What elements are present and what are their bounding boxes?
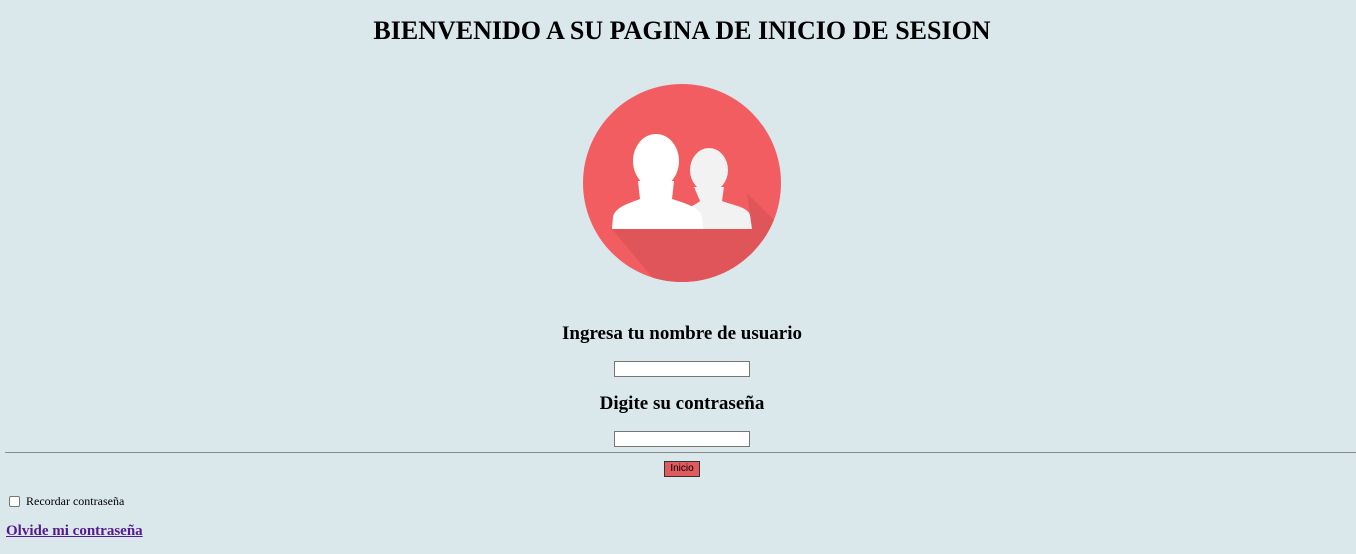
remember-password-row: Recordar contraseña [9, 494, 124, 509]
login-button[interactable]: Inicio [664, 461, 700, 477]
password-input[interactable] [614, 431, 750, 447]
page-title: BIENVENIDO A SU PAGINA DE INICIO DE SESI… [373, 16, 991, 45]
divider [5, 452, 1356, 453]
login-page: BIENVENIDO A SU PAGINA DE INICIO DE SESI… [0, 0, 1356, 554]
username-input[interactable] [614, 361, 750, 377]
password-label: Digite su contraseña [599, 393, 765, 414]
forgot-password-link[interactable]: Olvide mi contraseña [6, 523, 143, 540]
remember-password-label: Recordar contraseña [26, 494, 125, 508]
remember-password-checkbox[interactable] [9, 496, 20, 507]
users-group-icon [582, 83, 782, 283]
username-label: Ingresa tu nombre de usuario [562, 323, 802, 344]
